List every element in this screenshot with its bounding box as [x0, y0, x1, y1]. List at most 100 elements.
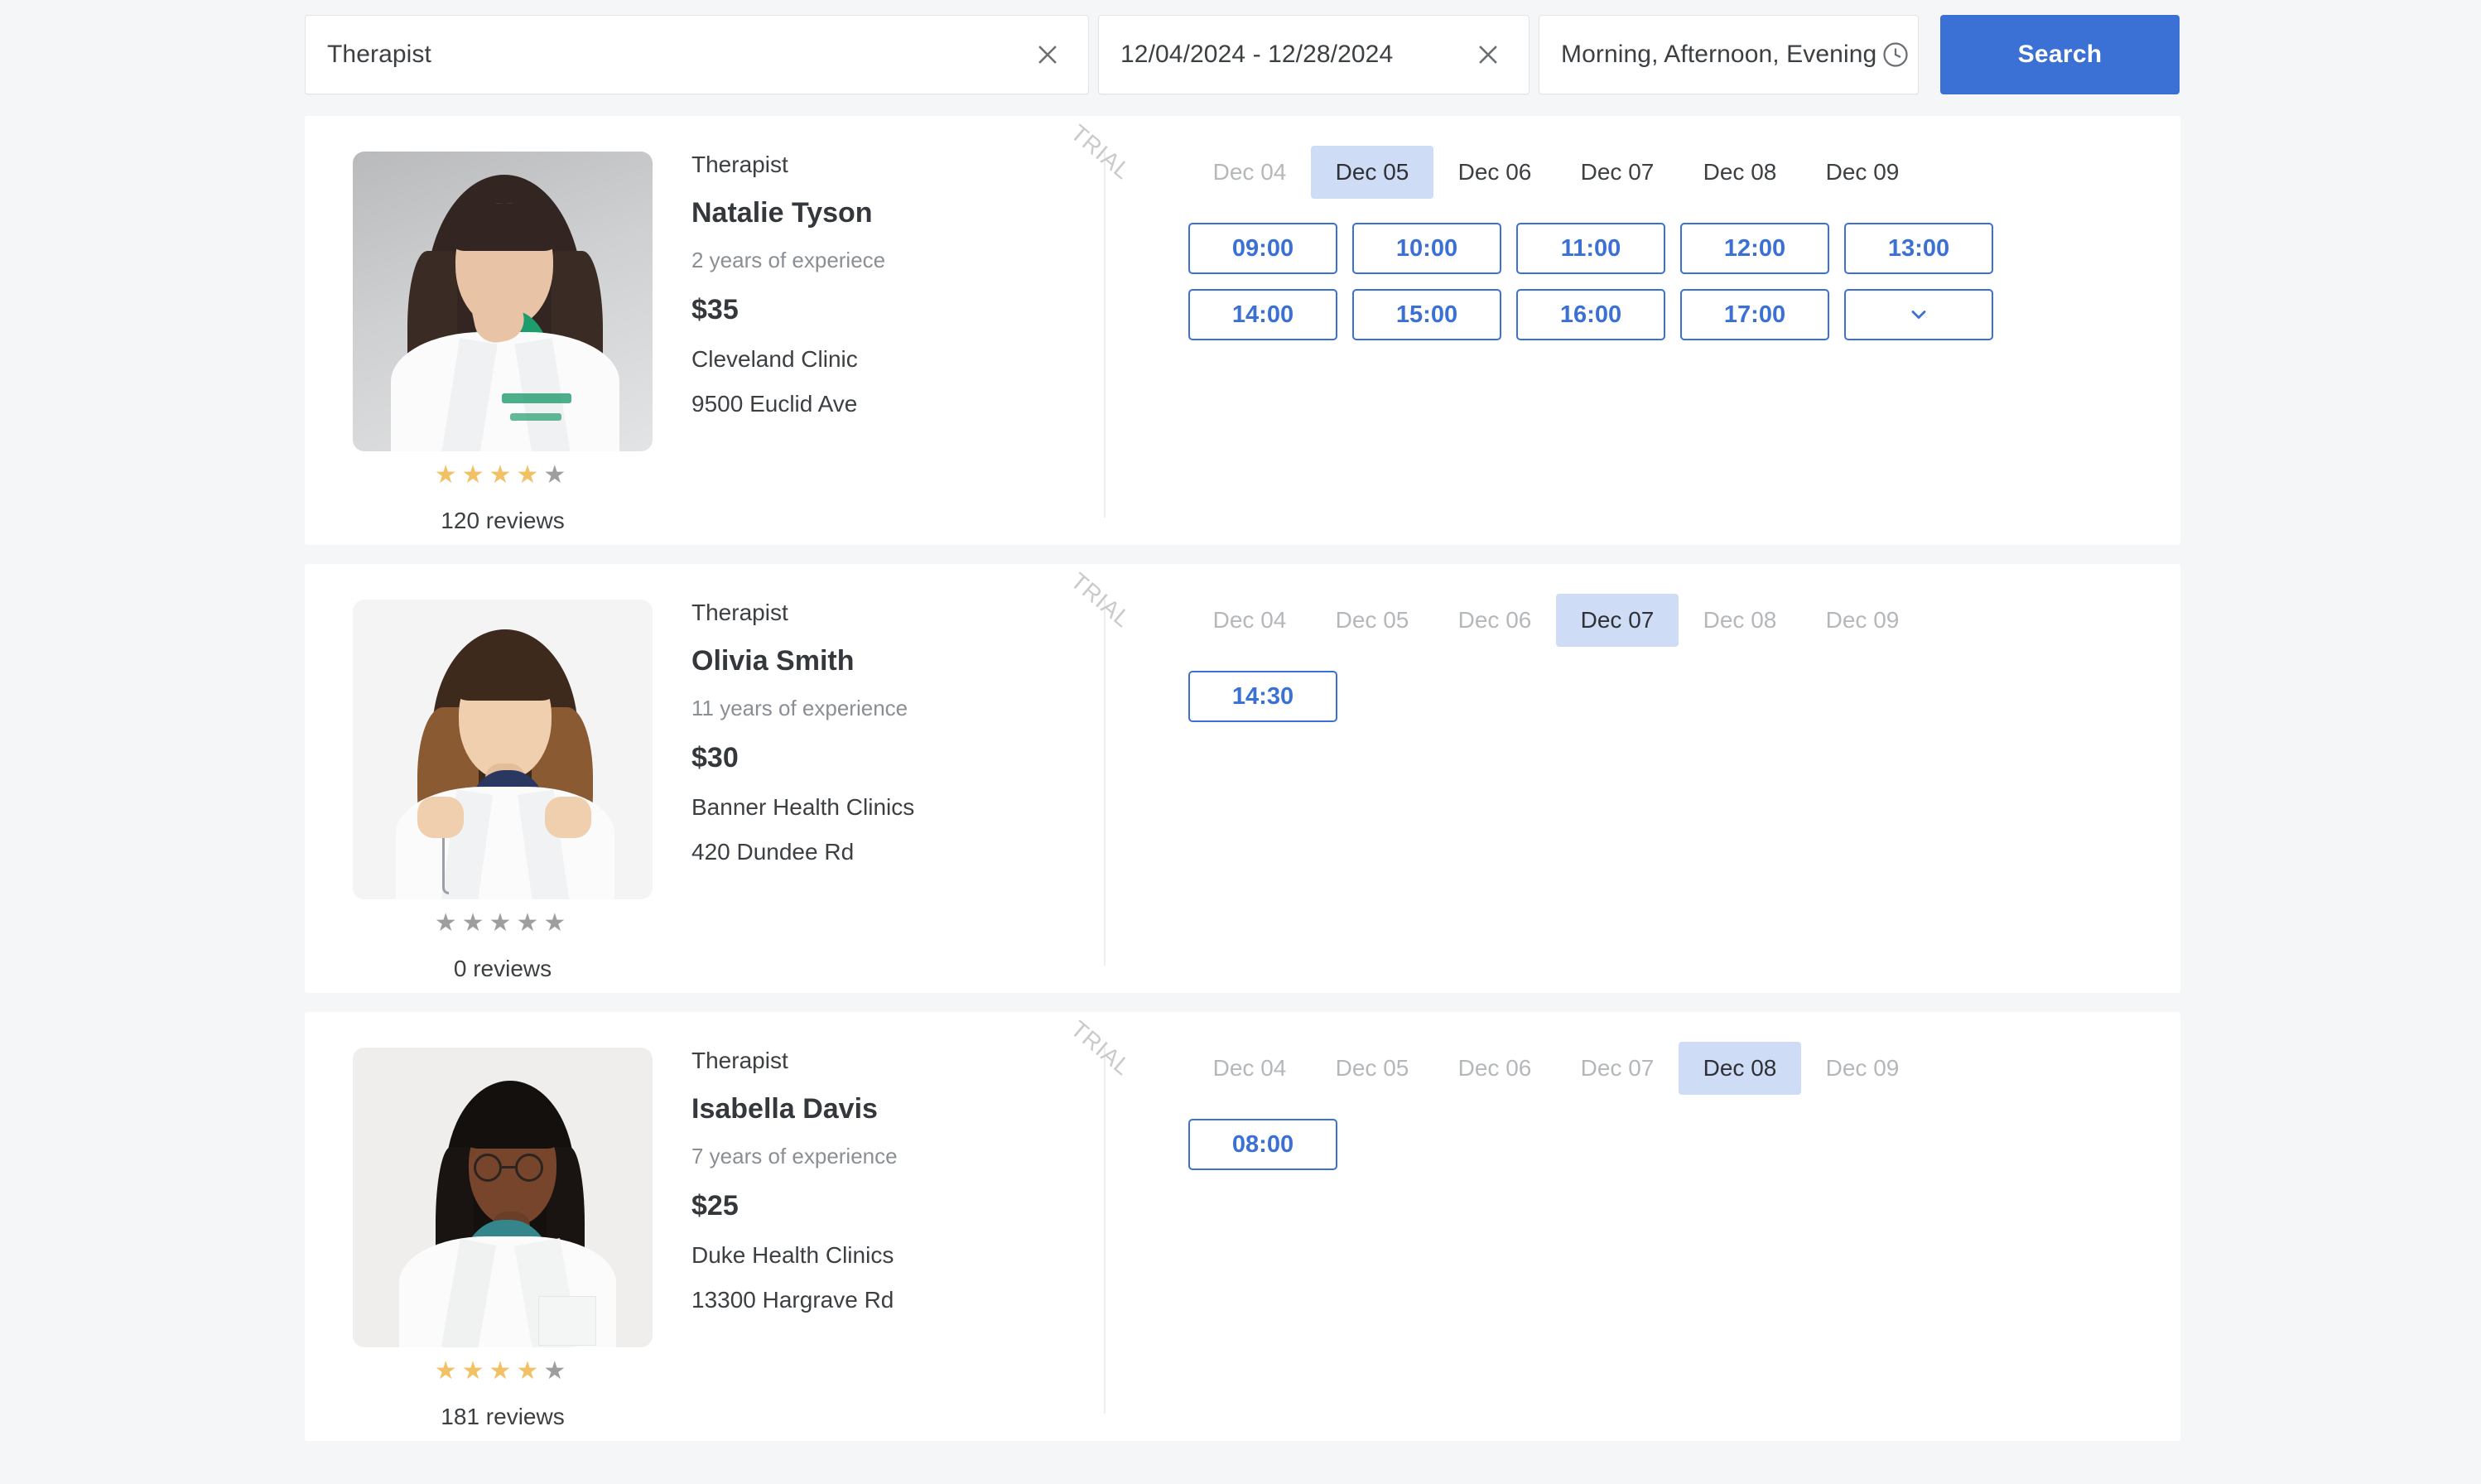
- date-tab-dec-09[interactable]: Dec 09: [1801, 146, 1924, 199]
- date-tab-dec-06[interactable]: Dec 06: [1433, 594, 1556, 647]
- date-tab-dec-04[interactable]: Dec 04: [1188, 594, 1311, 647]
- close-icon[interactable]: [1469, 36, 1507, 74]
- time-slot-list: 09:00 10:00 11:00 12:00 13:00 14:00 15:0…: [1188, 223, 2021, 340]
- provider-experience: 7 years of experience: [691, 1144, 898, 1168]
- time-slot[interactable]: 16:00: [1516, 289, 1665, 340]
- availability-calendar: Dec 04 Dec 05 Dec 06 Dec 07 Dec 08 Dec 0…: [1106, 1012, 2180, 1441]
- date-range-field[interactable]: 12/04/2024 - 12/28/2024: [1098, 15, 1530, 94]
- star-icon: ★: [516, 461, 544, 489]
- star-icon: ★: [434, 1357, 462, 1385]
- date-tabs: Dec 04 Dec 05 Dec 06 Dec 07 Dec 08 Dec 0…: [1188, 146, 2180, 199]
- rating: ★★★★★ 0 reviews: [353, 911, 653, 982]
- clock-icon[interactable]: [1876, 36, 1915, 74]
- provider-info: Therapist Natalie Tyson 2 years of exper…: [653, 116, 1135, 545]
- provider-experience: 2 years of experiece: [691, 248, 886, 272]
- provider-address: 420 Dundee Rd: [691, 839, 855, 865]
- keyword-input[interactable]: Therapist: [327, 41, 1029, 69]
- provider-photo-column: ★★★★★ 181 reviews: [305, 1012, 653, 1441]
- rating: ★★★★★ 120 reviews: [353, 463, 653, 534]
- star-icon: ★: [489, 461, 517, 489]
- date-tab-dec-09[interactable]: Dec 09: [1801, 1042, 1924, 1095]
- time-slot[interactable]: 13:00: [1844, 223, 1993, 274]
- star-icon: ★: [516, 1357, 544, 1385]
- date-tab-dec-08[interactable]: Dec 08: [1679, 594, 1801, 647]
- time-slot[interactable]: 10:00: [1352, 223, 1501, 274]
- star-icon: ★: [489, 1357, 517, 1385]
- provider-address: 9500 Euclid Ave: [691, 391, 858, 417]
- provider-name: Isabella Davis: [691, 1093, 878, 1125]
- date-tab-dec-07[interactable]: Dec 07: [1556, 1042, 1679, 1095]
- review-count: 120 reviews: [441, 508, 565, 533]
- date-tab-dec-05[interactable]: Dec 05: [1311, 594, 1433, 647]
- star-icon: ★: [516, 909, 544, 937]
- time-of-day-input[interactable]: Morning, Afternoon, Evening: [1561, 41, 1876, 69]
- provider-info: Therapist Isabella Davis 7 years of expe…: [653, 1012, 1135, 1441]
- star-icon: ★: [543, 1357, 571, 1385]
- star-icon: ★: [489, 909, 517, 937]
- date-tab-dec-07[interactable]: Dec 07: [1556, 146, 1679, 199]
- time-slot[interactable]: 12:00: [1680, 223, 1829, 274]
- time-slot[interactable]: 14:30: [1188, 671, 1337, 722]
- time-slot[interactable]: 17:00: [1680, 289, 1829, 340]
- date-tab-dec-05[interactable]: Dec 05: [1311, 146, 1433, 199]
- date-tab-dec-08[interactable]: Dec 08: [1679, 1042, 1801, 1095]
- provider-price: $35: [691, 294, 739, 325]
- time-slot[interactable]: 14:00: [1188, 289, 1337, 340]
- provider-card[interactable]: ★★★★★ 181 reviews Therapist Isabella Dav…: [305, 1012, 2180, 1441]
- provider-name: Olivia Smith: [691, 645, 855, 677]
- provider-name: Natalie Tyson: [691, 197, 873, 229]
- time-of-day-field[interactable]: Morning, Afternoon, Evening: [1539, 15, 1919, 94]
- show-more-slots-button[interactable]: [1844, 289, 1993, 340]
- provider-role: Therapist: [691, 1048, 788, 1073]
- review-count: 0 reviews: [453, 956, 552, 981]
- date-tabs: Dec 04 Dec 05 Dec 06 Dec 07 Dec 08 Dec 0…: [1188, 594, 2180, 647]
- chevron-down-icon: [1907, 303, 1930, 326]
- provider-address: 13300 Hargrave Rd: [691, 1287, 894, 1313]
- date-tab-dec-06[interactable]: Dec 06: [1433, 146, 1556, 199]
- date-tab-dec-09[interactable]: Dec 09: [1801, 594, 1924, 647]
- provider-photo-column: ★★★★★ 120 reviews: [305, 116, 653, 545]
- results-list: ★★★★★ 120 reviews Therapist Natalie Tyso…: [305, 116, 2180, 1460]
- provider-avatar: [353, 1048, 653, 1347]
- rating: ★★★★★ 181 reviews: [353, 1359, 653, 1430]
- review-count: 181 reviews: [441, 1404, 565, 1429]
- date-tab-dec-07[interactable]: Dec 07: [1556, 594, 1679, 647]
- availability-calendar: Dec 04 Dec 05 Dec 06 Dec 07 Dec 08 Dec 0…: [1106, 116, 2180, 545]
- star-icon: ★: [461, 461, 489, 489]
- star-rating: ★★★★★: [353, 911, 653, 936]
- search-button[interactable]: Search: [1940, 15, 2180, 94]
- provider-role: Therapist: [691, 600, 788, 625]
- search-bar: Therapist 12/04/2024 - 12/28/2024 Mornin…: [305, 15, 2180, 94]
- date-tab-dec-08[interactable]: Dec 08: [1679, 146, 1801, 199]
- date-range-input[interactable]: 12/04/2024 - 12/28/2024: [1120, 41, 1469, 69]
- provider-experience: 11 years of experience: [691, 696, 908, 720]
- star-icon: ★: [461, 1357, 489, 1385]
- provider-clinic: Banner Health Clinics: [691, 794, 915, 820]
- provider-price: $25: [691, 1190, 739, 1221]
- provider-clinic: Duke Health Clinics: [691, 1242, 894, 1268]
- time-slot[interactable]: 09:00: [1188, 223, 1337, 274]
- provider-price: $30: [691, 742, 739, 773]
- date-tab-dec-04[interactable]: Dec 04: [1188, 1042, 1311, 1095]
- date-tab-dec-05[interactable]: Dec 05: [1311, 1042, 1433, 1095]
- provider-photo-column: ★★★★★ 0 reviews: [305, 564, 653, 993]
- provider-avatar: [353, 152, 653, 451]
- time-slot[interactable]: 15:00: [1352, 289, 1501, 340]
- date-tab-dec-04[interactable]: Dec 04: [1188, 146, 1311, 199]
- star-rating: ★★★★★: [353, 463, 653, 488]
- time-slot-list: 14:30: [1188, 671, 2021, 722]
- time-slot[interactable]: 08:00: [1188, 1119, 1337, 1170]
- star-rating: ★★★★★: [353, 1359, 653, 1384]
- availability-calendar: Dec 04 Dec 05 Dec 06 Dec 07 Dec 08 Dec 0…: [1106, 564, 2180, 993]
- time-slot[interactable]: 11:00: [1516, 223, 1665, 274]
- star-icon: ★: [543, 909, 571, 937]
- keyword-field[interactable]: Therapist: [305, 15, 1089, 94]
- provider-card[interactable]: ★★★★★ 0 reviews Therapist Olivia Smith 1…: [305, 564, 2180, 993]
- provider-clinic: Cleveland Clinic: [691, 346, 858, 372]
- date-tab-dec-06[interactable]: Dec 06: [1433, 1042, 1556, 1095]
- star-icon: ★: [461, 909, 489, 937]
- date-tabs: Dec 04 Dec 05 Dec 06 Dec 07 Dec 08 Dec 0…: [1188, 1042, 2180, 1095]
- close-icon[interactable]: [1029, 36, 1067, 74]
- provider-role: Therapist: [691, 152, 788, 177]
- provider-card[interactable]: ★★★★★ 120 reviews Therapist Natalie Tyso…: [305, 116, 2180, 545]
